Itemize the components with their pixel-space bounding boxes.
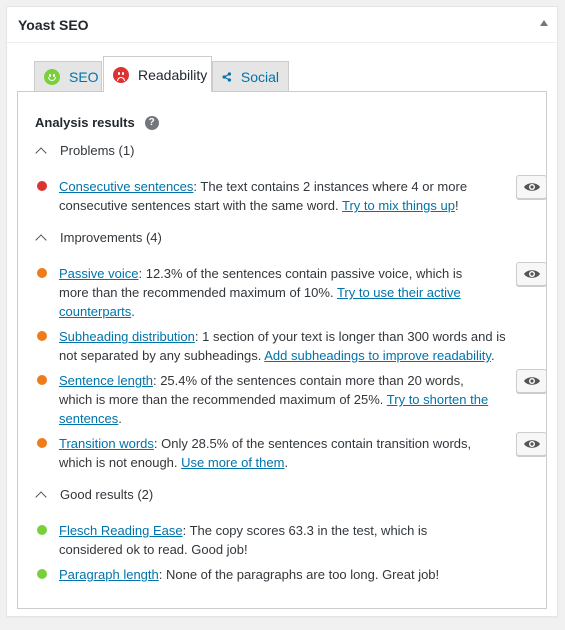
highlight-eye-button[interactable] xyxy=(516,369,547,393)
result-text: Passive voice: 12.3% of the sentences co… xyxy=(59,264,494,321)
result-text: Paragraph length: None of the paragraphs… xyxy=(59,565,494,584)
good-face-icon xyxy=(44,68,60,85)
tab-seo-label: SEO xyxy=(69,68,99,85)
metabox-title: Yoast SEO xyxy=(18,17,89,33)
good-bullet-icon xyxy=(37,525,47,535)
result-link[interactable]: Consecutive sentences xyxy=(59,179,193,194)
result-cta-link[interactable]: Add subheadings to improve readability xyxy=(264,348,491,363)
result-text: Sentence length: 25.4% of the sentences … xyxy=(59,371,494,428)
result-description: : None of the paragraphs are too long. G… xyxy=(158,567,440,582)
share-icon xyxy=(222,71,232,82)
result-link[interactable]: Transition words xyxy=(59,436,154,451)
yoast-seo-metabox: Yoast SEO SEO Readability Social Analysi… xyxy=(6,6,558,617)
metabox-header: Yoast SEO xyxy=(7,7,557,43)
result-suffix: . xyxy=(490,348,495,363)
improvement-bullet-icon xyxy=(37,375,47,385)
result-link[interactable]: Subheading distribution xyxy=(59,329,195,344)
result-suffix: ! xyxy=(454,198,459,213)
result-link[interactable]: Flesch Reading Ease xyxy=(59,523,183,538)
problems-title: Problems (1) xyxy=(60,143,135,158)
highlight-eye-button[interactable] xyxy=(516,432,547,456)
result-suffix: . xyxy=(131,304,135,319)
chevron-up-icon xyxy=(35,233,47,246)
result-text: Subheading distribution: 1 section of yo… xyxy=(59,327,519,365)
tab-readability[interactable]: Readability xyxy=(103,56,212,92)
readability-panel: Analysis results ? Problems (1) Consecut… xyxy=(17,91,547,609)
eye-icon xyxy=(523,270,540,278)
problems-toggle[interactable]: Problems (1) xyxy=(35,143,135,159)
eye-icon xyxy=(523,377,540,385)
good-results-toggle[interactable]: Good results (2) xyxy=(35,487,154,503)
result-link[interactable]: Sentence length xyxy=(59,373,153,388)
analysis-heading: Analysis results ? xyxy=(35,115,159,130)
problem-bullet-icon xyxy=(37,181,47,191)
bad-face-icon xyxy=(113,66,129,83)
improvement-bullet-icon xyxy=(37,331,47,341)
result-suffix: . xyxy=(284,455,289,470)
tab-readability-label: Readability xyxy=(138,66,208,83)
chevron-up-icon xyxy=(35,490,47,503)
analysis-heading-text: Analysis results xyxy=(35,115,135,130)
help-icon[interactable]: ? xyxy=(144,115,159,130)
highlight-eye-button[interactable] xyxy=(516,175,547,199)
improvement-bullet-icon xyxy=(37,438,47,448)
good-results-title: Good results (2) xyxy=(60,487,154,502)
chevron-up-icon xyxy=(35,146,47,159)
improvements-title: Improvements (4) xyxy=(60,230,162,245)
result-suffix: . xyxy=(118,411,122,426)
eye-icon xyxy=(523,183,540,191)
result-link[interactable]: Paragraph length xyxy=(59,567,159,582)
result-text: Flesch Reading Ease: The copy scores 63.… xyxy=(59,521,494,559)
improvement-bullet-icon xyxy=(37,268,47,278)
tab-social-label: Social xyxy=(240,68,279,85)
improvements-toggle[interactable]: Improvements (4) xyxy=(35,230,162,246)
good-bullet-icon xyxy=(37,569,47,579)
eye-icon xyxy=(523,440,540,448)
result-cta-link[interactable]: Use more of them xyxy=(181,455,284,470)
tab-seo[interactable]: SEO xyxy=(34,61,102,91)
collapse-arrow-icon[interactable] xyxy=(540,20,548,26)
result-cta-link[interactable]: Try to mix things up xyxy=(342,198,455,213)
result-text: Transition words: Only 28.5% of the sent… xyxy=(59,434,494,472)
highlight-eye-button[interactable] xyxy=(516,262,547,286)
result-link[interactable]: Passive voice xyxy=(59,266,138,281)
result-text: Consecutive sentences: The text contains… xyxy=(59,177,494,215)
tab-social[interactable]: Social xyxy=(212,61,289,91)
